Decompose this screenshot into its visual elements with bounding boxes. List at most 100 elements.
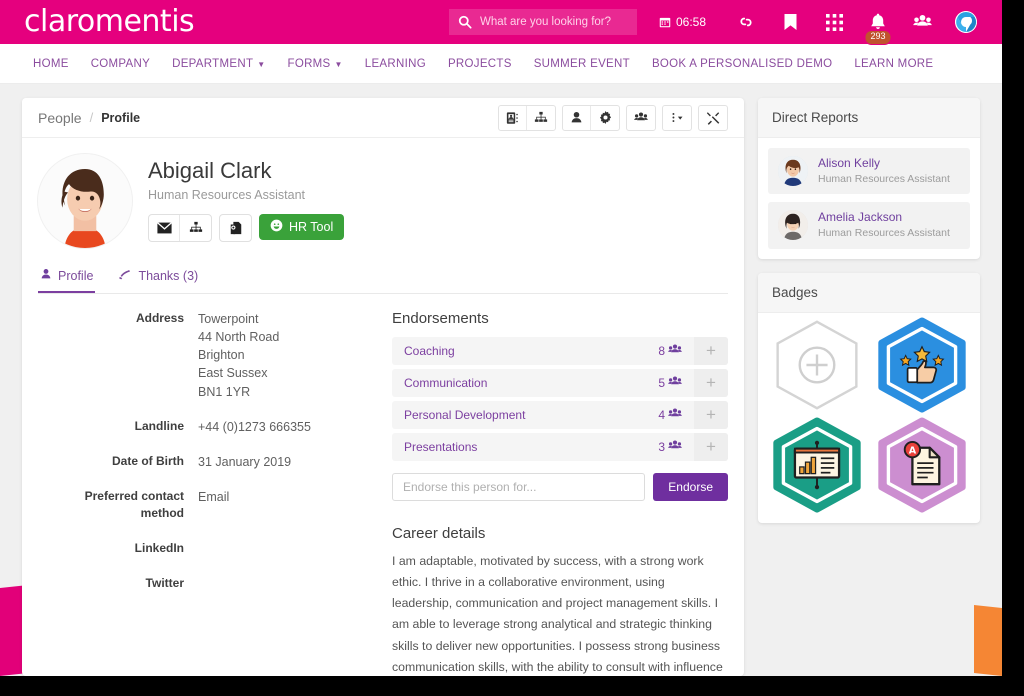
hr-tool-button[interactable]: HR Tool [259,214,345,240]
email-button[interactable] [149,215,180,241]
profile-avatar [38,154,132,248]
breadcrumb-row: People / Profile [22,98,744,138]
global-search[interactable]: What are you looking for? [448,9,637,35]
dob-value: 31 January 2019 [198,454,292,469]
contact-method-value: Email [198,489,230,504]
nav-label: HOME [33,57,69,70]
list-item[interactable]: Amelia Jackson Human Resources Assistant [768,202,970,249]
people-icon [668,344,682,358]
count-value: 4 [658,408,665,422]
endorsement-skill-link[interactable]: Coaching [392,337,658,365]
add-badge-button[interactable] [769,317,865,413]
add-endorsement-button[interactable]: + [694,369,728,397]
chevron-down-icon: ▼ [334,60,343,69]
nav-item-projects[interactable]: PROJECTS [437,58,523,70]
nav-item-summer-event[interactable]: SUMMER EVENT [523,58,641,70]
count-value: 5 [658,376,665,390]
more-options-button[interactable] [663,106,691,130]
bookmark-icon[interactable] [768,0,812,44]
nav-label: COMPANY [90,57,151,70]
tab-label: Thanks (3) [138,268,199,283]
endorsement-skill-link[interactable]: Communication [392,369,658,397]
field-row: LinkedIn [38,540,368,558]
people-icon[interactable] [900,0,944,44]
notifications-bell-icon[interactable]: 293 [856,0,900,45]
field-value: Email [198,488,229,523]
address-line: Brighton [198,348,245,363]
links-icon[interactable] [724,0,768,44]
field-value [198,540,201,558]
endorsement-skill-link[interactable]: Personal Development [392,401,658,429]
org-chart-button[interactable] [527,106,555,130]
endorsement-count: 4 [658,401,694,429]
toolbar-group-tools [698,104,728,131]
endorsement-row: Personal Development 4 + [392,401,728,429]
nav-label: PROJECTS [447,57,512,70]
endorsements-and-career: Endorsements Coaching 8 + Communication … [392,310,728,676]
user-button[interactable] [563,105,591,130]
report-role: Human Resources Assistant [818,226,950,239]
tab-thanks[interactable]: Thanks (3) [117,264,200,293]
apps-grid-icon[interactable] [812,0,856,44]
user-icon [40,268,52,283]
nav-item-learning[interactable]: LEARNING [354,58,437,70]
field-label: Date of Birth [112,453,184,468]
main-navigation: HOME COMPANY DEPARTMENT ▼ FORMS ▼ LEARNING… [0,44,1002,84]
org-chart-button[interactable] [180,215,211,241]
breadcrumb-people-link[interactable]: People [38,110,82,126]
presentation-chart-badge[interactable] [769,417,865,513]
people-directory-button[interactable] [627,106,655,130]
breadcrumb-current: Profile [101,110,141,125]
endorsement-skill-link[interactable]: Presentations [392,433,658,461]
clock-widget[interactable]: 06:58 [659,15,706,29]
claromentis-logo[interactable]: claromentis [24,7,195,37]
tools-button[interactable] [699,106,727,130]
report-name-link[interactable]: Amelia Jackson [818,210,950,226]
nav-label: LEARN MORE [854,57,934,70]
profile-content: Address Towerpoint 44 North Road Brighto… [22,294,744,676]
browser-viewport: claromentis What are you looking for? 06… [0,0,1002,676]
avatar-portrait [38,154,132,248]
linkedin-value [198,540,201,558]
report-info: Alison Kelly Human Resources Assistant [818,156,950,186]
nav-item-forms[interactable]: FORMS ▼ [277,58,354,70]
toolbar-group-directory [498,104,556,131]
tab-profile[interactable]: Profile [38,264,96,293]
nav-item-department[interactable]: DEPARTMENT ▼ [161,58,276,70]
nav-item-home[interactable]: HOME [22,58,80,70]
profile-actions: HR Tool [148,214,345,242]
report-name-link[interactable]: Alison Kelly [818,156,950,172]
search-input[interactable]: What are you looking for? [480,16,611,28]
nav-item-company[interactable]: COMPANY [80,58,161,70]
endorsement-count: 3 [658,433,694,461]
user-avatar-icon[interactable] [944,0,988,44]
direct-reports-title: Direct Reports [758,98,980,138]
career-details-title: Career details [392,525,486,542]
badges-title: Badges [758,272,980,313]
field-value: +44 (0)1273 666355 [198,418,311,436]
endorsement-row: Presentations 3 + [392,433,728,461]
toolbar-group-people [626,104,656,131]
toolbar-group-more [662,104,692,131]
nav-item-learn-more[interactable]: LEARN MORE [843,58,944,70]
endorse-input[interactable] [392,473,646,501]
documents-button[interactable] [220,215,251,241]
field-label: Preferred contact method [84,488,184,521]
add-endorsement-button[interactable]: + [694,337,728,365]
contact-card-button[interactable] [499,105,527,130]
endorse-button[interactable]: Endorse [653,473,728,501]
action-group-documents [219,214,252,242]
thumbs-up-stars-badge[interactable] [874,317,970,413]
add-endorsement-button[interactable]: + [694,433,728,461]
address-line: 44 North Road [198,330,280,345]
list-item[interactable]: Alison Kelly Human Resources Assistant [768,148,970,195]
document-grade-badge[interactable]: A [874,417,970,513]
landline-value: +44 (0)1273 666355 [198,419,311,434]
topbar-icon-group: 293 [724,0,988,45]
nav-item-book-demo[interactable]: BOOK A PERSONALISED DEMO [641,58,843,70]
add-endorsement-button[interactable]: + [694,401,728,429]
settings-gear-button[interactable] [591,106,619,130]
endorsement-count: 5 [658,369,694,397]
hr-tool-icon [270,219,283,235]
field-row: Landline +44 (0)1273 666355 [38,418,368,436]
